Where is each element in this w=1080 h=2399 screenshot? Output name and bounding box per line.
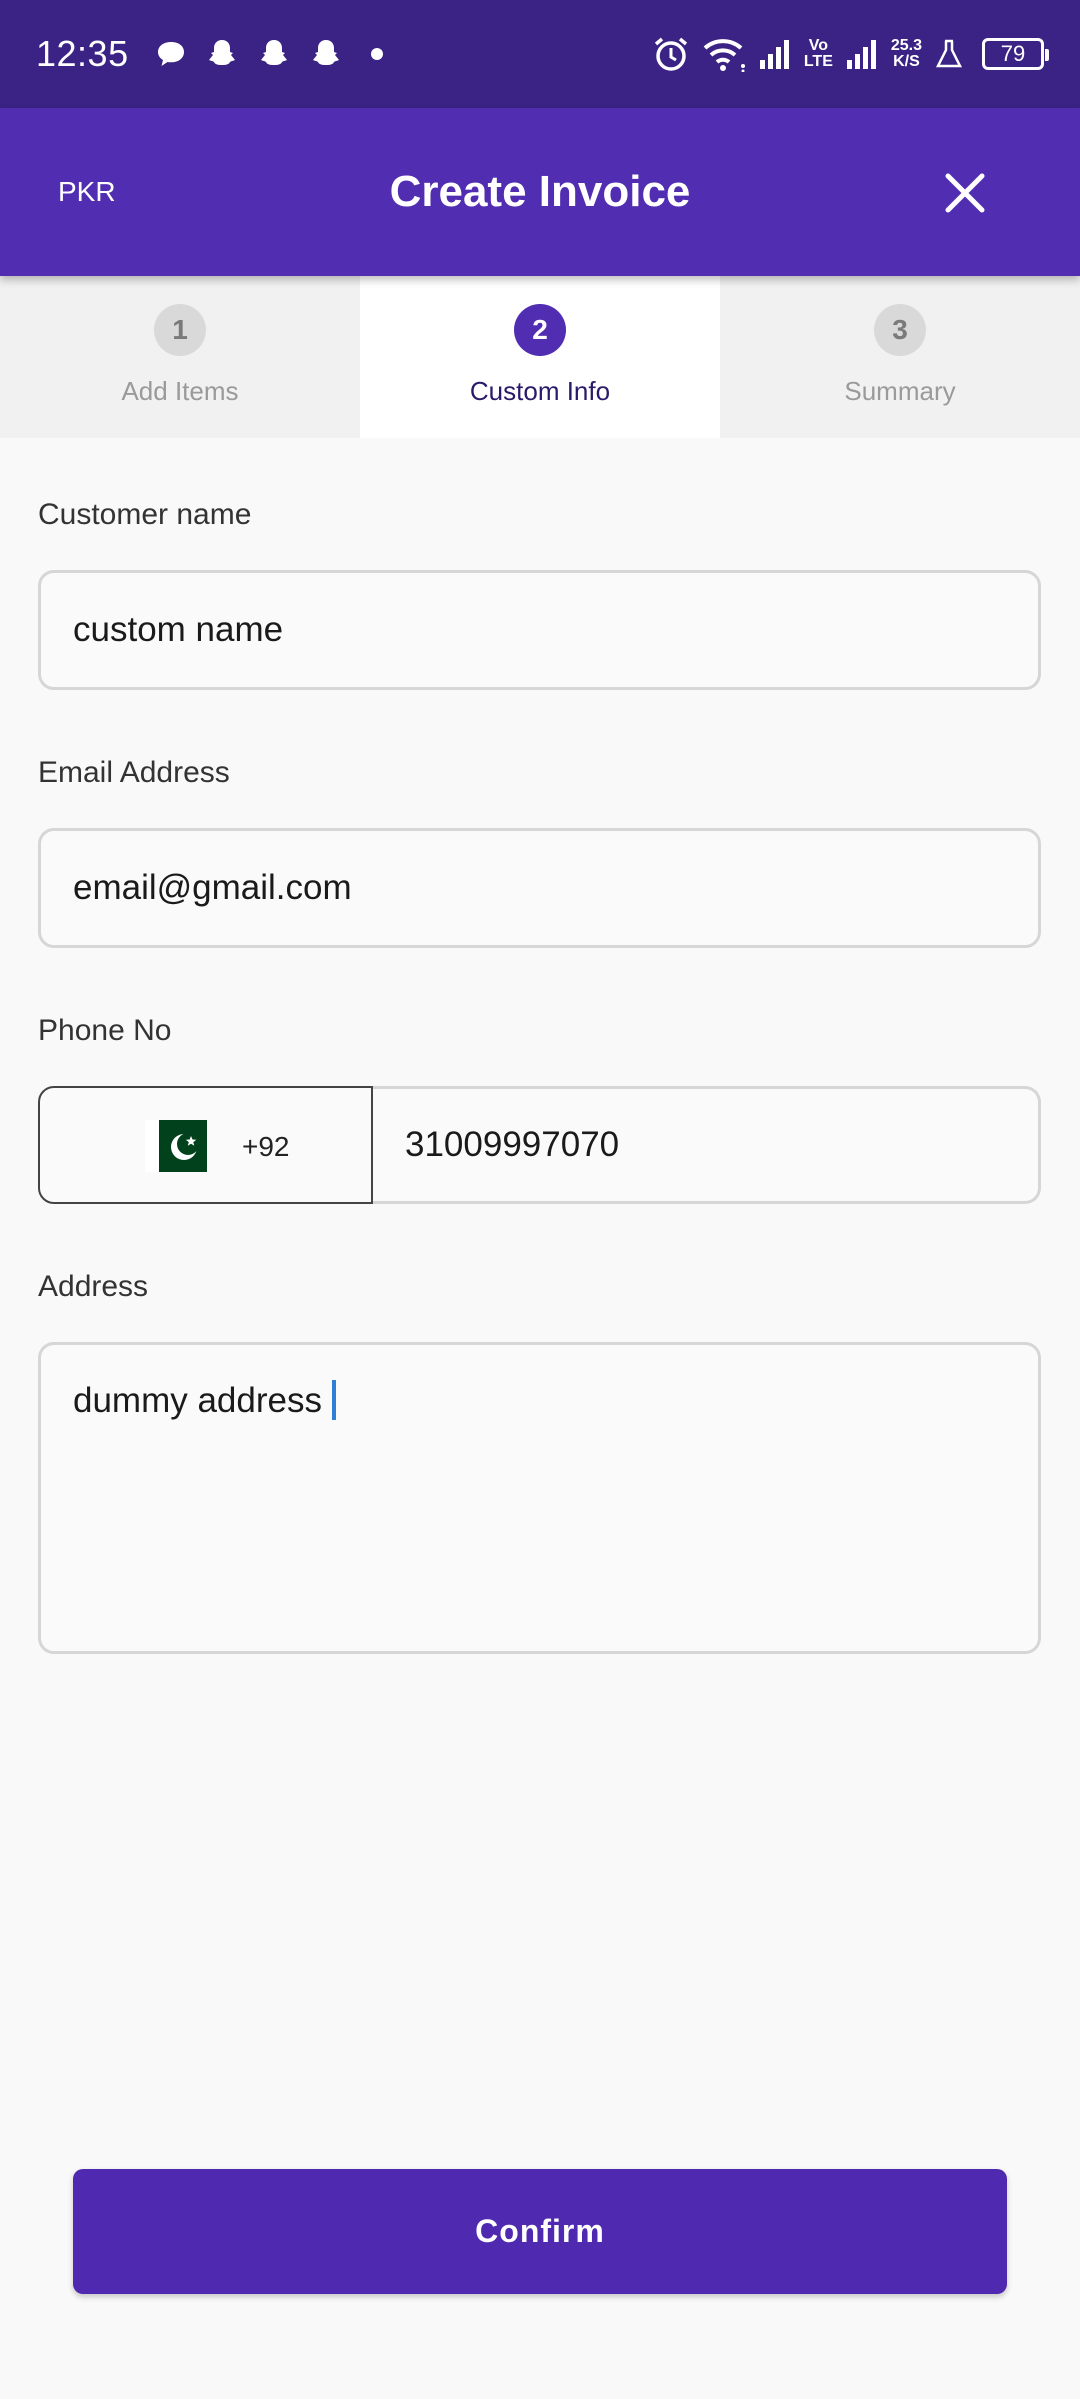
step-number: 3 <box>874 304 926 356</box>
volte-bottom: LTE <box>803 53 833 70</box>
snapchat-icon <box>205 37 239 71</box>
step-custom-info[interactable]: 2 Custom Info <box>360 276 720 438</box>
invoice-stepper: 1 Add Items 2 Custom Info 3 Summary <box>0 276 1080 438</box>
message-icon <box>155 39 187 69</box>
page-title: Create Invoice <box>389 167 691 216</box>
dot-icon <box>370 48 383 60</box>
confirm-button[interactable]: Confirm <box>73 2169 1007 2294</box>
customer-name-input[interactable]: custom name <box>38 570 1041 690</box>
step-number: 1 <box>154 304 206 356</box>
email-value: email@gmail.com <box>73 868 352 907</box>
status-time: 12:35 <box>36 33 129 74</box>
network-speed: 25.3 K/S <box>891 38 922 70</box>
email-label: Email Address <box>38 756 230 789</box>
app-bar: PKR Create Invoice <box>0 108 1080 276</box>
address-value: dummy address <box>73 1381 322 1420</box>
snapchat-icon <box>309 37 343 71</box>
step-label: Custom Info <box>469 376 611 406</box>
phone-label: Phone No <box>38 1014 172 1047</box>
battery-level: 79 <box>1000 41 1026 66</box>
system-icons: Vo LTE 25.3 K/S 79 <box>652 35 1049 73</box>
step-add-items[interactable]: 1 Add Items <box>0 276 360 438</box>
customer-name-label: Customer name <box>38 498 252 531</box>
network-speed-value: 25.3 <box>890 37 922 54</box>
dial-code: +92 <box>242 1131 290 1162</box>
network-speed-unit: K/S <box>893 53 920 70</box>
country-code-picker[interactable]: +92 <box>38 1086 373 1204</box>
step-label: Add Items <box>121 376 239 406</box>
close-button[interactable] <box>930 158 1000 228</box>
volte-top: Vo <box>808 37 828 54</box>
battery-icon: 79 <box>982 38 1049 70</box>
status-bar: 12:35 Vo LTE 25.3 K/S 79 <box>0 0 1080 108</box>
step-label: Summary <box>844 376 956 406</box>
volte-indicator: Vo LTE <box>804 38 833 70</box>
step-number: 2 <box>514 304 566 356</box>
snapchat-icon <box>257 37 291 71</box>
text-caret <box>331 1379 336 1420</box>
address-textarea[interactable]: dummy address <box>38 1342 1041 1654</box>
step-summary[interactable]: 3 Summary <box>720 276 1080 438</box>
wifi-icon <box>702 36 746 72</box>
address-label: Address <box>38 1270 149 1303</box>
phone-row: +92 31009997070 <box>38 1086 1041 1204</box>
email-input[interactable]: email@gmail.com <box>38 828 1041 948</box>
close-icon <box>945 173 985 213</box>
notification-icons <box>155 37 383 71</box>
signal-icon <box>845 38 879 70</box>
pakistan-flag-icon <box>145 1120 207 1172</box>
customer-name-value: custom name <box>73 610 284 649</box>
alarm-icon <box>652 35 690 73</box>
phone-number-input[interactable]: 31009997070 <box>373 1086 1041 1204</box>
phone-number-value: 31009997070 <box>405 1125 620 1164</box>
signal-icon <box>758 38 792 70</box>
lab-icon <box>934 38 964 70</box>
